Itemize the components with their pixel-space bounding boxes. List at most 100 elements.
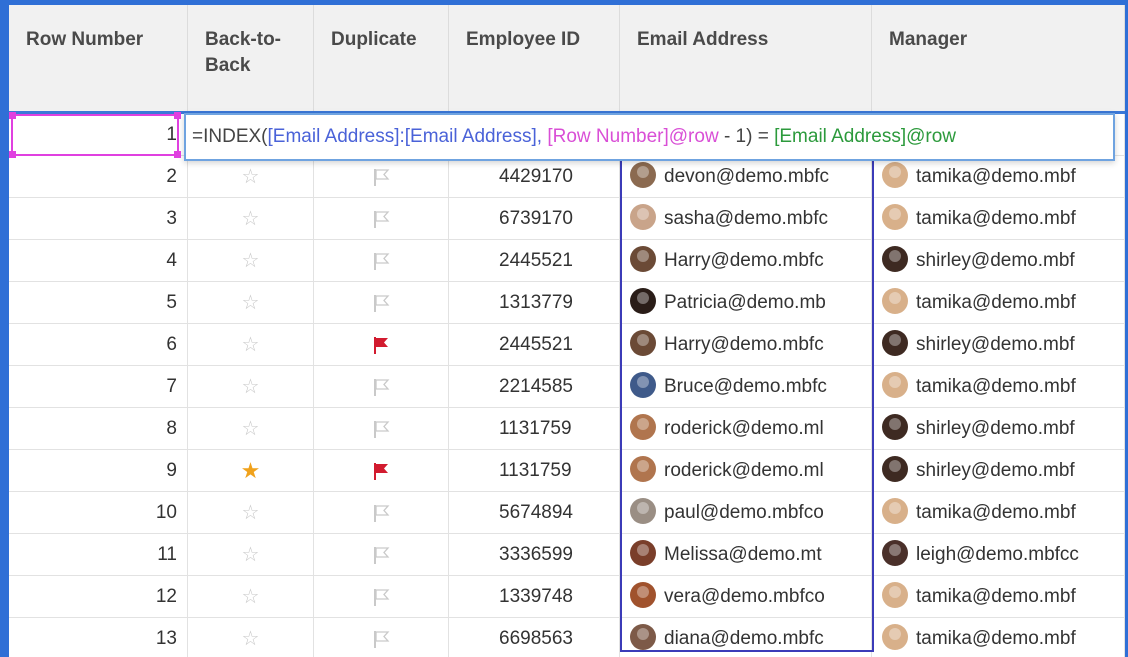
- row-number-cell[interactable]: 8: [9, 408, 188, 450]
- manager-cell[interactable]: shirley@demo.mbf: [872, 240, 1125, 282]
- selection-handle[interactable]: [9, 112, 16, 119]
- column-header-row-number[interactable]: Row Number: [9, 5, 188, 113]
- employee-id-cell[interactable]: 6739170: [449, 198, 620, 240]
- star-outline-icon[interactable]: ☆: [242, 250, 260, 272]
- row-number-cell[interactable]: 6: [9, 324, 188, 366]
- back-to-back-cell[interactable]: ☆: [188, 534, 314, 576]
- email-address-cell[interactable]: roderick@demo.ml: [620, 408, 872, 450]
- flag-outline-icon[interactable]: [372, 419, 390, 439]
- selection-handle[interactable]: [9, 151, 16, 158]
- manager-cell[interactable]: shirley@demo.mbf: [872, 450, 1125, 492]
- employee-id-cell[interactable]: 1131759: [449, 450, 620, 492]
- star-outline-icon[interactable]: ☆: [242, 292, 260, 314]
- flag-outline-icon[interactable]: [372, 209, 390, 229]
- formula-editor[interactable]: =INDEX([Email Address]:[Email Address], …: [184, 113, 1115, 161]
- row-number-cell[interactable]: 2: [9, 156, 188, 198]
- duplicate-cell[interactable]: [314, 198, 449, 240]
- row-number-cell[interactable]: 12: [9, 576, 188, 618]
- column-header-manager[interactable]: Manager: [872, 5, 1125, 113]
- column-header-employee-id[interactable]: Employee ID: [449, 5, 620, 113]
- employee-id-cell[interactable]: 2445521: [449, 324, 620, 366]
- duplicate-cell[interactable]: [314, 450, 449, 492]
- flag-outline-icon[interactable]: [372, 167, 390, 187]
- star-filled-icon[interactable]: ★: [241, 458, 261, 483]
- column-header-duplicate[interactable]: Duplicate: [314, 5, 449, 113]
- email-address-cell[interactable]: paul@demo.mbfco: [620, 492, 872, 534]
- duplicate-cell[interactable]: [314, 492, 449, 534]
- flag-outline-icon[interactable]: [372, 629, 390, 649]
- star-outline-icon[interactable]: ☆: [242, 586, 260, 608]
- email-address-cell[interactable]: vera@demo.mbfco: [620, 576, 872, 618]
- email-address-cell[interactable]: devon@demo.mbfc: [620, 156, 872, 198]
- manager-cell[interactable]: tamika@demo.mbf: [872, 576, 1125, 618]
- employee-id-cell[interactable]: 3336599: [449, 534, 620, 576]
- column-header-email-address[interactable]: Email Address: [620, 5, 872, 113]
- manager-cell[interactable]: tamika@demo.mbf: [872, 618, 1125, 657]
- row-number-cell[interactable]: 10: [9, 492, 188, 534]
- back-to-back-cell[interactable]: ☆: [188, 408, 314, 450]
- back-to-back-cell[interactable]: ☆: [188, 324, 314, 366]
- back-to-back-cell[interactable]: ☆: [188, 492, 314, 534]
- duplicate-cell[interactable]: [314, 366, 449, 408]
- manager-cell[interactable]: tamika@demo.mbf: [872, 156, 1125, 198]
- back-to-back-cell[interactable]: ☆: [188, 618, 314, 657]
- star-outline-icon[interactable]: ☆: [242, 166, 260, 188]
- star-outline-icon[interactable]: ☆: [242, 628, 260, 650]
- duplicate-cell[interactable]: [314, 618, 449, 657]
- column-header-back-to-back[interactable]: Back-to- Back: [188, 5, 314, 113]
- email-address-cell[interactable]: Harry@demo.mbfc: [620, 324, 872, 366]
- manager-cell[interactable]: tamika@demo.mbf: [872, 198, 1125, 240]
- employee-id-cell[interactable]: 1131759: [449, 408, 620, 450]
- flag-outline-icon[interactable]: [372, 545, 390, 565]
- back-to-back-cell[interactable]: ★: [188, 450, 314, 492]
- row-number-cell[interactable]: 3: [9, 198, 188, 240]
- back-to-back-cell[interactable]: ☆: [188, 282, 314, 324]
- email-address-cell[interactable]: roderick@demo.ml: [620, 450, 872, 492]
- back-to-back-cell[interactable]: ☆: [188, 366, 314, 408]
- manager-cell[interactable]: tamika@demo.mbf: [872, 282, 1125, 324]
- employee-id-cell[interactable]: 1313779: [449, 282, 620, 324]
- duplicate-cell[interactable]: [314, 576, 449, 618]
- row-number-cell[interactable]: 13: [9, 618, 188, 657]
- email-address-cell[interactable]: Bruce@demo.mbfc: [620, 366, 872, 408]
- back-to-back-cell[interactable]: ☆: [188, 576, 314, 618]
- row-number-cell[interactable]: 7: [9, 366, 188, 408]
- row-number-cell[interactable]: 9: [9, 450, 188, 492]
- employee-id-cell[interactable]: 1339748: [449, 576, 620, 618]
- back-to-back-cell[interactable]: ☆: [188, 198, 314, 240]
- duplicate-cell[interactable]: [314, 324, 449, 366]
- star-outline-icon[interactable]: ☆: [242, 334, 260, 356]
- star-outline-icon[interactable]: ☆: [242, 376, 260, 398]
- flag-filled-icon[interactable]: [372, 335, 390, 355]
- duplicate-cell[interactable]: [314, 240, 449, 282]
- email-address-cell[interactable]: sasha@demo.mbfc: [620, 198, 872, 240]
- duplicate-cell[interactable]: [314, 156, 449, 198]
- selection-handle[interactable]: [174, 151, 181, 158]
- star-outline-icon[interactable]: ☆: [242, 208, 260, 230]
- back-to-back-cell[interactable]: ☆: [188, 240, 314, 282]
- manager-cell[interactable]: tamika@demo.mbf: [872, 366, 1125, 408]
- duplicate-cell[interactable]: [314, 534, 449, 576]
- duplicate-cell[interactable]: [314, 408, 449, 450]
- flag-outline-icon[interactable]: [372, 377, 390, 397]
- flag-filled-icon[interactable]: [372, 461, 390, 481]
- employee-id-cell[interactable]: 6698563: [449, 618, 620, 657]
- manager-cell[interactable]: shirley@demo.mbf: [872, 324, 1125, 366]
- row-number-cell[interactable]: 11: [9, 534, 188, 576]
- back-to-back-cell[interactable]: ☆: [188, 156, 314, 198]
- star-outline-icon[interactable]: ☆: [242, 544, 260, 566]
- employee-id-cell[interactable]: 4429170: [449, 156, 620, 198]
- manager-cell[interactable]: shirley@demo.mbf: [872, 408, 1125, 450]
- manager-cell[interactable]: tamika@demo.mbf: [872, 492, 1125, 534]
- email-address-cell[interactable]: Patricia@demo.mb: [620, 282, 872, 324]
- duplicate-cell[interactable]: [314, 282, 449, 324]
- selection-handle[interactable]: [174, 112, 181, 119]
- star-outline-icon[interactable]: ☆: [242, 418, 260, 440]
- employee-id-cell[interactable]: 2445521: [449, 240, 620, 282]
- manager-cell[interactable]: leigh@demo.mbfcc: [872, 534, 1125, 576]
- email-address-cell[interactable]: Harry@demo.mbfc: [620, 240, 872, 282]
- employee-id-cell[interactable]: 5674894: [449, 492, 620, 534]
- email-address-cell[interactable]: Melissa@demo.mt: [620, 534, 872, 576]
- row-number-cell[interactable]: 5: [9, 282, 188, 324]
- active-cell-selection[interactable]: [9, 112, 181, 158]
